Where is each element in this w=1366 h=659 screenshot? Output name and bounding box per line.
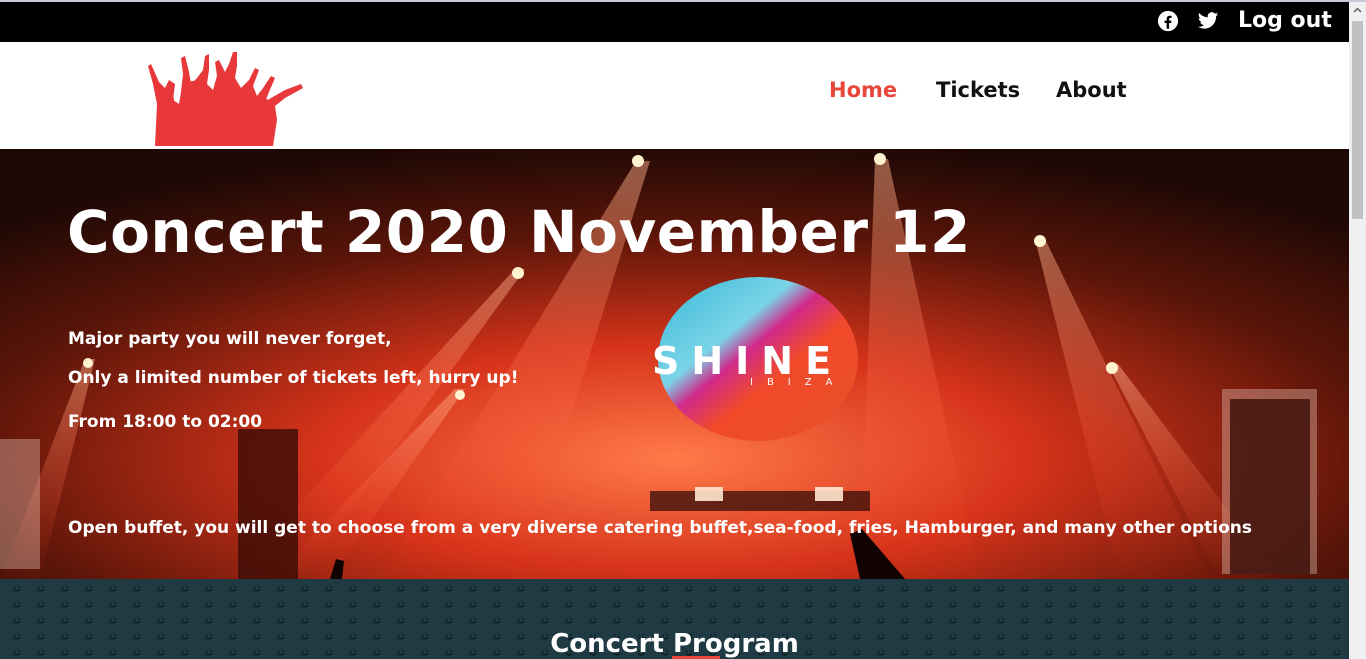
scrollbar-thumb[interactable]: [1352, 21, 1363, 219]
facebook-icon[interactable]: [1157, 10, 1179, 32]
hero-tagline: Major party you will never forget,: [68, 329, 392, 349]
hero-title: Concert 2020 November 12: [67, 198, 971, 266]
nav-about-link[interactable]: About: [1056, 76, 1127, 104]
main-navbar: Home Tickets About: [0, 42, 1349, 149]
hero-banner: SHINE IBIZA Concert 2020 November 12 Maj…: [0, 149, 1349, 579]
hero-buffet-note: Open buffet, you will get to choose from…: [68, 518, 1253, 538]
nav-tickets-link[interactable]: Tickets: [936, 76, 1020, 104]
logout-link[interactable]: Log out: [1238, 7, 1332, 35]
hero-time: From 18:00 to 02:00: [68, 412, 263, 432]
page-scrollbar[interactable]: [1349, 2, 1366, 659]
hero-tickets-note: Only a limited number of tickets left, h…: [68, 368, 519, 388]
nav-home-link[interactable]: Home: [829, 76, 897, 104]
top-bar: Log out: [0, 2, 1349, 42]
concert-program-section: Concert Program: [0, 579, 1349, 659]
twitter-icon[interactable]: [1197, 10, 1219, 32]
crowd-logo[interactable]: [145, 44, 305, 146]
program-title: Concert Program: [550, 629, 799, 659]
scroll-up-arrow-icon[interactable]: [1349, 2, 1366, 19]
ibiza-screen-text: IBIZA: [750, 377, 846, 388]
